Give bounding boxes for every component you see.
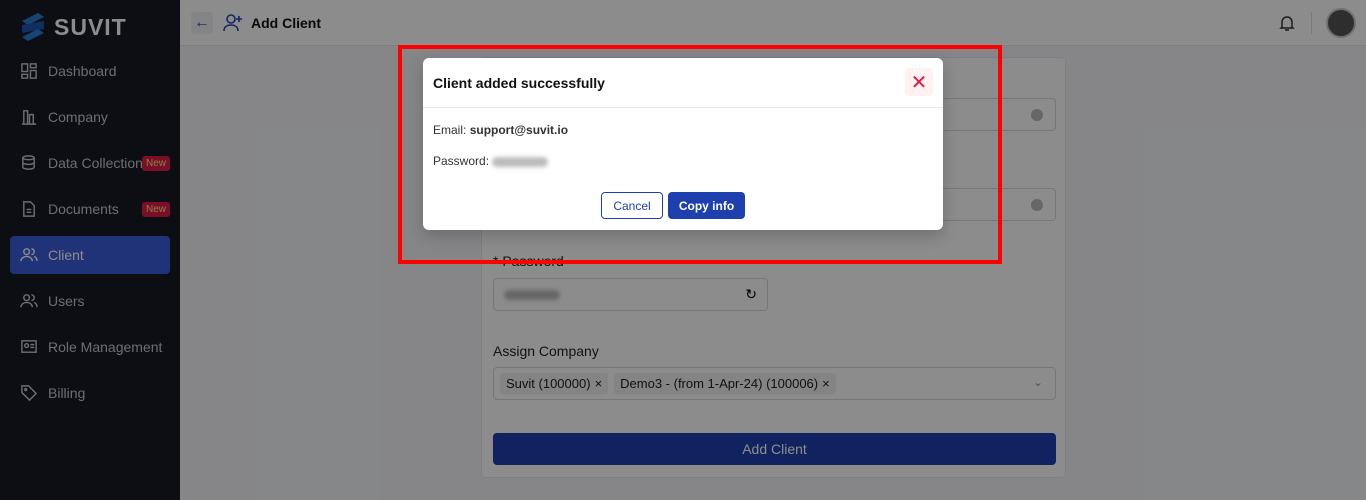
highlight-box [398,45,1002,264]
